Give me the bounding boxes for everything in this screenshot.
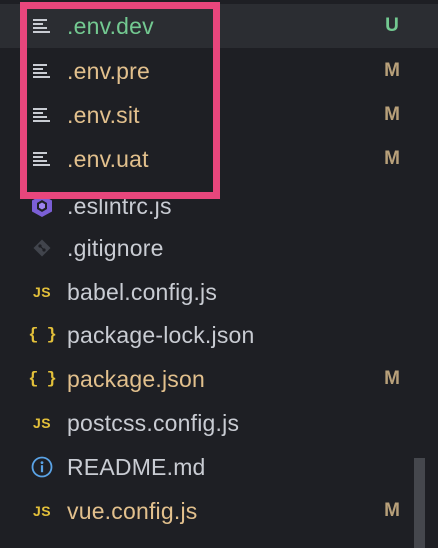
file-name: .gitignore <box>67 234 164 261</box>
file-name: README.md <box>67 453 206 480</box>
lines-icon <box>28 101 56 129</box>
git-status-badge: M <box>384 148 400 169</box>
git-status-badge: M <box>384 104 400 125</box>
eslint-icon <box>28 192 56 220</box>
file-row-babel-config[interactable]: JS babel.config.js <box>0 270 438 314</box>
file-row-env-uat[interactable]: .env.uat M <box>0 137 438 181</box>
file-row-readme[interactable]: README.md <box>0 445 438 489</box>
scrollbar-thumb[interactable] <box>414 458 425 548</box>
file-name: .env.pre <box>67 57 150 84</box>
git-status-badge: U <box>385 15 399 36</box>
git-status-badge: M <box>384 500 400 521</box>
file-name: .env.sit <box>67 101 140 128</box>
lines-icon <box>28 57 56 85</box>
file-name: package.json <box>67 365 205 392</box>
file-row-postcss-config[interactable]: JS postcss.config.js <box>0 401 438 445</box>
file-name: .env.dev <box>67 12 154 39</box>
file-name: postcss.config.js <box>67 409 240 436</box>
lines-icon <box>28 12 56 40</box>
js-icon: JS <box>32 284 52 300</box>
file-row-env-pre[interactable]: .env.pre M <box>0 49 438 93</box>
lines-icon <box>28 145 56 173</box>
file-row-package-json[interactable]: { } package.json M <box>0 357 438 401</box>
file-row-env-dev[interactable]: .env.dev U <box>0 4 438 48</box>
file-name: package-lock.json <box>67 321 255 348</box>
file-name: .eslintrc.js <box>67 192 172 219</box>
json-icon: { } <box>28 325 57 345</box>
file-explorer: .env.dev U .env.pre M .env.sit M .env.ua… <box>0 0 438 548</box>
file-name: babel.config.js <box>67 278 218 305</box>
js-icon: JS <box>32 415 52 431</box>
file-name: .env.uat <box>67 145 149 172</box>
file-row-gitignore[interactable]: .gitignore <box>0 226 438 270</box>
file-row-package-lock[interactable]: { } package-lock.json <box>0 313 438 357</box>
git-icon <box>28 234 56 262</box>
file-row-env-sit[interactable]: .env.sit M <box>0 93 438 137</box>
file-row-vue-config[interactable]: JS vue.config.js M <box>0 489 438 533</box>
file-name: vue.config.js <box>67 497 198 524</box>
info-icon <box>28 453 56 481</box>
git-status-badge: M <box>384 60 400 81</box>
js-icon: JS <box>32 503 52 519</box>
git-status-badge: M <box>384 368 400 389</box>
file-row-eslintrc[interactable]: .eslintrc.js <box>0 184 438 228</box>
json-icon: { } <box>28 369 57 389</box>
